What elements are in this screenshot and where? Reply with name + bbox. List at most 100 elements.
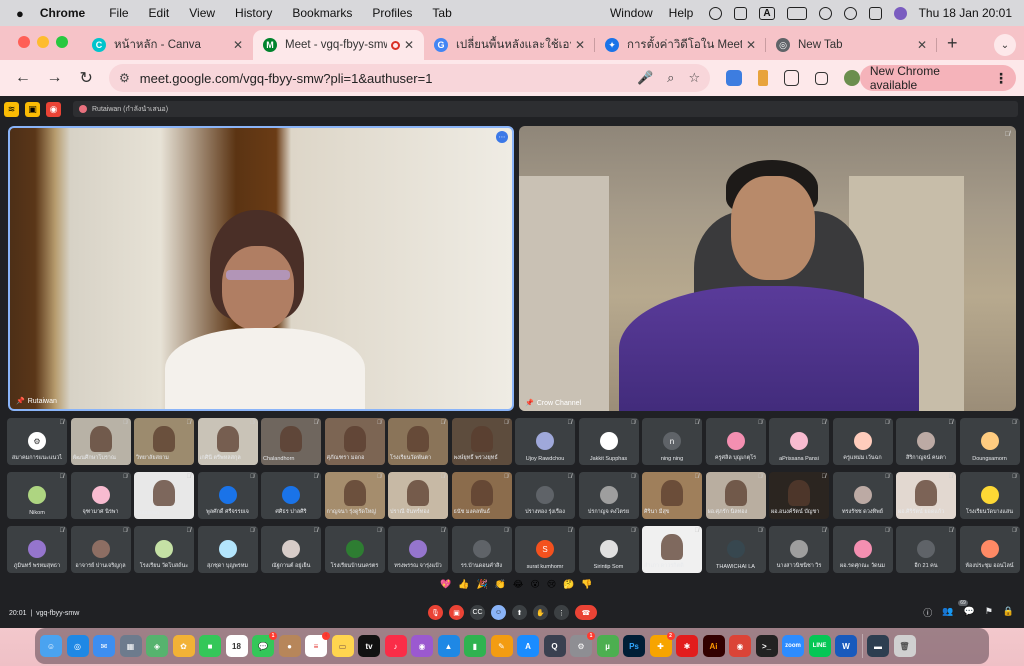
control-center-icon[interactable]	[868, 6, 882, 20]
word-icon[interactable]: W	[835, 635, 857, 657]
participant-tile[interactable]: 🎙̸ ครูศลิล บุญเกตุโร	[705, 418, 766, 465]
participant-tile[interactable]: 🎙̸ ภูมินทร์ พรหมสุทธา	[7, 526, 67, 573]
participant-tile[interactable]: 🎙̸ รร.บ้านดอนคำสิง	[451, 526, 512, 573]
address-bar[interactable]: ⚙ meet.google.com/vgq-fbyy-smw?pli=1&aut…	[109, 64, 711, 92]
emoji-button[interactable]: ☺	[491, 605, 506, 620]
menu-window[interactable]: Window	[610, 6, 653, 20]
participant-tile[interactable]: 🎙̸ Jakkit Supphas	[578, 418, 639, 465]
safari-icon[interactable]: ◎	[66, 635, 89, 657]
participant-tile[interactable]: 🎙̸ โรงเรียน วัดโบสถ์นะ	[134, 526, 194, 573]
participant-tile[interactable]: ⚙ 🎙̸ สมาคมการแนะแนวไ	[7, 418, 67, 465]
appstore-icon[interactable]: A	[517, 635, 539, 657]
participant-tile[interactable]: 🎙̸ โรงเรียนวัดบางแสน	[959, 472, 1020, 519]
participant-tile[interactable]: 🎙̸ โรงเรียนวัดพันตา	[388, 418, 448, 465]
participant-tile[interactable]: 🎙̸ Rutaiwan	[134, 472, 194, 519]
menu-profiles[interactable]: Profiles	[372, 6, 412, 20]
wireless-icon[interactable]	[734, 6, 748, 20]
finder-icon[interactable]: ☺	[40, 635, 62, 657]
pen-extension-icon[interactable]	[757, 70, 768, 86]
line-icon[interactable]: LINE	[808, 635, 831, 657]
host-controls-icon[interactable]: 🔒	[1003, 606, 1014, 619]
play-status-icon[interactable]	[709, 6, 723, 20]
launchpad-icon[interactable]: ▦	[119, 635, 142, 657]
settings-icon[interactable]: ⚙ 1	[570, 632, 595, 657]
menu-bookmarks[interactable]: Bookmarks	[292, 6, 352, 20]
reaction-emoji[interactable]: 😮	[530, 579, 539, 590]
reminders-icon[interactable]: ≡ 4	[305, 632, 330, 657]
minimize-window-button[interactable]	[37, 36, 49, 48]
photos-icon[interactable]: ✿	[172, 635, 195, 657]
reaction-emoji[interactable]: 💖	[440, 579, 451, 590]
new-tab-button[interactable]: +	[947, 33, 958, 54]
more-options-button[interactable]: ⋮	[554, 605, 569, 620]
link-icon[interactable]	[818, 6, 832, 20]
update-chrome-button[interactable]: New Chrome available ⋮	[859, 64, 1016, 92]
apple-icon[interactable]: ●	[16, 6, 24, 21]
bookmark-star-icon[interactable]: ☆	[688, 70, 700, 86]
participant-tile[interactable]: 🎙̸ ปราณี จันทร์ทอง	[388, 472, 448, 519]
siri-icon[interactable]	[893, 6, 907, 20]
notes-icon[interactable]: ▭	[331, 635, 354, 657]
back-button[interactable]: ←	[14, 69, 32, 87]
site-info-icon[interactable]: ⚙	[119, 71, 130, 85]
tab-3[interactable]: G เปลี่ยนพื้นหลังและใช้เอฟเฟกต์ ✕	[424, 30, 595, 60]
participant-tile[interactable]: 🎙̸ ศิรินา มีสุข	[642, 472, 702, 519]
tab-search-button[interactable]: ⌄	[994, 34, 1016, 56]
participant-tile[interactable]: 🎙̸ ศศิธร ปาลศิริ	[261, 472, 321, 519]
tab-4[interactable]: ✦ การตั้งค่าวิดีโอใน Meet - คอ ✕	[595, 30, 766, 60]
chrome-icon[interactable]: ◉	[729, 635, 751, 657]
reload-button[interactable]: ↻	[77, 68, 95, 88]
reaction-emoji[interactable]: 😢	[547, 579, 556, 590]
participant-tile[interactable]: 🎙̸ Chalandhorn	[261, 418, 321, 465]
tile-options-icon[interactable]: ⋯	[496, 131, 508, 143]
chat-icon[interactable]: 💬	[963, 606, 974, 619]
activities-icon[interactable]: ⚑	[985, 606, 993, 619]
photoshop-icon[interactable]: Ps	[623, 635, 645, 657]
reaction-emoji[interactable]: 👏	[495, 579, 506, 590]
clock[interactable]: Thu 18 Jan 20:01	[919, 6, 1012, 20]
profile-avatar[interactable]	[844, 70, 860, 86]
reaction-emoji[interactable]: 🎉	[476, 579, 487, 590]
messages-icon[interactable]: 💬 1	[252, 632, 277, 657]
participant-tile[interactable]: 🎙̸ ห้องประชุม ออนไลน์	[959, 526, 1020, 573]
tab-1[interactable]: C หน้าหลัก - Canva ✕	[82, 30, 253, 60]
participant-tile[interactable]: 🎙̸ โรงเรียนบ้านนครตร	[324, 526, 385, 573]
participant-tile[interactable]: 🎙̸ ผอ.ศิริรัตน์ ยอดแก้ว	[896, 472, 956, 519]
mic-off-button[interactable]: 🎙	[428, 605, 443, 620]
participant-tile[interactable]: 🎙̸ aPrissana Pansi	[769, 418, 829, 465]
participant-tile[interactable]: 🎙̸ ธนัช มงคลพันธ์	[451, 472, 512, 519]
utorrent-icon[interactable]: µ	[596, 635, 619, 657]
menu-view[interactable]: View	[189, 6, 215, 20]
participant-tile[interactable]: 🎙̸ ผอ.ศุภรัก นิลทอง	[705, 472, 766, 519]
participant-tile[interactable]: 🎙̸ ทรงพรรณ จารุ่งแป้ว	[388, 526, 448, 573]
participant-tile[interactable]: 🎙̸ Doungsamorn	[959, 418, 1020, 465]
reaction-emoji[interactable]: 👍	[458, 579, 469, 590]
close-tab-icon[interactable]: ✕	[404, 38, 414, 52]
participant-tile[interactable]: n 🎙̸ ning ning	[642, 418, 702, 465]
participant-tile[interactable]: 🎙̸ สิริกาญจน์ คนตา	[896, 418, 956, 465]
participant-tile[interactable]: 🎙̸ พงษ์ยุทธิ์ พรวงยุทธ์	[451, 418, 512, 465]
side-panel-icon[interactable]	[815, 71, 829, 85]
contacts-icon[interactable]: ●	[278, 635, 301, 657]
participant-tile[interactable]: 🎙̸ นางสาวนิชนิชา วิร	[769, 526, 829, 573]
menu-tab[interactable]: Tab	[432, 6, 451, 20]
menu-history[interactable]: History	[235, 6, 272, 20]
participant-tile[interactable]: 🎙̸ ณัฐกานต์ อยู่เย็น	[261, 526, 321, 573]
participant-tile[interactable]: 🎙̸ กาญจนา รุ่งดูรัดใหญ่	[324, 472, 385, 519]
pages-icon[interactable]: ✎	[490, 635, 513, 657]
participant-tile[interactable]: 🎙̸ เกศินี ตรีพหลสกุล	[197, 418, 258, 465]
downloads-icon[interactable]: ▬	[867, 635, 889, 657]
present-button[interactable]: ⬆	[512, 605, 527, 620]
facetime-icon[interactable]: ■	[199, 635, 221, 657]
illustrator-icon[interactable]: Ai	[702, 635, 725, 657]
people-icon[interactable]: 👥 69	[942, 600, 968, 619]
participant-tile[interactable]: 🎙̸ Ujoy Rawdchou	[515, 418, 575, 465]
participant-tile[interactable]: 🎙̸ พูลศักดิ์ ศรีจรรยเจ	[197, 472, 258, 519]
participant-tile[interactable]: 🎙̸ พัฒนศึกษาโบราณ	[70, 418, 131, 465]
quicktime-icon[interactable]: Q	[543, 635, 566, 657]
participant-tile[interactable]: 🎙̸ อีก 21 คน	[896, 526, 956, 573]
participant-tile[interactable]: 🎙̸ ปรางทอง รุ่งเรือง	[515, 472, 575, 519]
close-tab-icon[interactable]: ✕	[917, 38, 927, 52]
close-tab-icon[interactable]: ✕	[233, 38, 243, 52]
main-video-tile-right[interactable]: 🎙̸ 📌 Crow Channel	[519, 126, 1016, 411]
